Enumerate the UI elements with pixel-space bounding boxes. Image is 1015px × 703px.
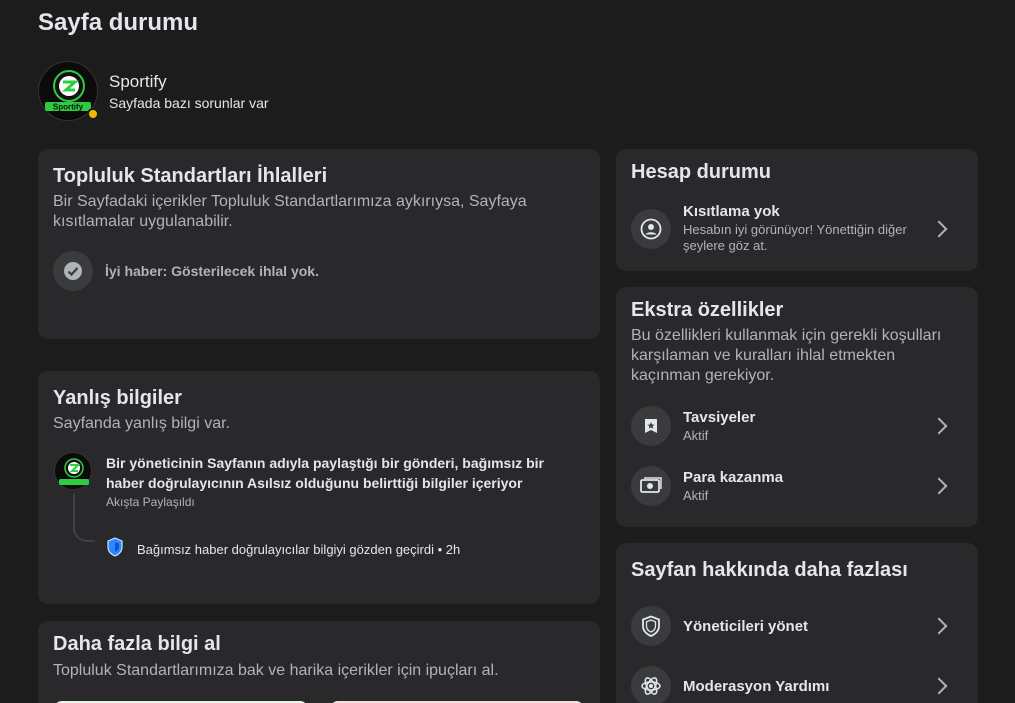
moderation-help-label: Moderasyon Yardımı xyxy=(683,677,830,695)
chevron-right-icon xyxy=(930,417,948,435)
chevron-right-icon xyxy=(930,617,948,635)
account-status-row[interactable]: Kısıtlama yok Hesabın iyi görünüyor! Yön… xyxy=(631,203,963,254)
extra-features-card: Ekstra özellikler Bu özellikleri kullanm… xyxy=(616,287,978,527)
misinformation-card: Yanlış bilgiler Sayfanda yanlış bilgi va… xyxy=(38,371,600,604)
learn-more-description: Topluluk Standartlarımıza bak ve harika … xyxy=(53,662,499,679)
no-violations-text: İyi haber: Gösterilecek ihlal yok. xyxy=(105,263,319,279)
chevron-right-icon xyxy=(930,677,948,695)
page-name[interactable]: Sportify xyxy=(109,72,269,92)
check-circle-icon xyxy=(53,251,93,291)
feature-status: Aktif xyxy=(683,427,709,443)
review-row: Bağımsız haber doğrulayıcılar bilgiyi gö… xyxy=(106,537,460,562)
person-circle-icon xyxy=(631,208,671,249)
more-about-title: Sayfan hakkında daha fazlası xyxy=(631,559,908,581)
account-status-item-sub: Hesabın iyi görünüyor! Yönettiğin diğer … xyxy=(683,222,907,253)
extra-features-title: Ekstra özellikler xyxy=(631,299,784,321)
moderation-icon xyxy=(631,666,671,703)
page-title: Sayfa durumu xyxy=(38,9,199,36)
sportify-logo-icon xyxy=(59,458,89,485)
community-standards-description: Bir Sayfadaki içerikler Topluluk Standar… xyxy=(53,193,527,230)
learn-more-card: Daha fazla bilgi al Topluluk Standartlar… xyxy=(38,621,600,703)
misinformation-description: Sayfanda yanlış bilgi var. xyxy=(53,415,230,432)
post-avatar xyxy=(54,452,92,490)
misinformation-title: Yanlış bilgiler xyxy=(53,387,182,409)
community-standards-title: Topluluk Standartları İhlalleri xyxy=(53,165,328,187)
community-standards-card: Topluluk Standartları İhlalleri Bir Sayf… xyxy=(38,149,600,339)
no-violations-row: İyi haber: Gösterilecek ihlal yok. xyxy=(53,251,585,291)
page-header: Sportify Sportify Sayfada bazı sorunlar … xyxy=(38,61,269,121)
learn-more-title: Daha fazla bilgi al xyxy=(53,633,221,655)
svg-text:Sportify: Sportify xyxy=(53,103,84,112)
feature-title: Para kazanma xyxy=(683,468,784,486)
recommendation-badge-icon xyxy=(631,406,671,446)
extra-features-description: Bu özellikleri kullanmak için gerekli ko… xyxy=(631,327,942,384)
chevron-right-icon xyxy=(930,220,948,237)
feature-status: Aktif xyxy=(683,487,709,503)
review-text: Bağımsız haber doğrulayıcılar bilgiyi gö… xyxy=(137,542,461,557)
feature-row-monetization[interactable]: Para kazanma Aktif xyxy=(631,466,963,506)
misinfo-post-meta: Akışta Paylaşıldı xyxy=(106,495,195,509)
account-status-title: Hesap durumu xyxy=(631,161,772,183)
feature-title: Tavsiyeler xyxy=(683,408,756,426)
avatar[interactable]: Sportify xyxy=(38,61,99,121)
shield-icon xyxy=(631,606,671,646)
manage-admins-row[interactable]: Yöneticileri yönet xyxy=(631,606,963,646)
money-icon xyxy=(631,466,671,506)
misinfo-post-text[interactable]: Bir yöneticinin Sayfanın adıyla paylaştı… xyxy=(106,453,560,493)
warning-badge xyxy=(87,108,99,120)
moderation-help-row[interactable]: Moderasyon Yardımı xyxy=(631,666,963,703)
manage-admins-label: Yöneticileri yönet xyxy=(683,617,809,635)
account-status-item-title: Kısıtlama yok xyxy=(683,203,780,220)
shield-check-icon xyxy=(106,537,124,562)
feature-row-recommendations[interactable]: Tavsiyeler Aktif xyxy=(631,406,963,446)
chevron-right-icon xyxy=(930,477,948,495)
account-status-card: Hesap durumu Kısıtlama yok Hesabın iyi g… xyxy=(616,149,978,271)
more-about-card: Sayfan hakkında daha fazlası Yöneticiler… xyxy=(616,543,978,703)
page-status-text: Sayfada bazı sorunlar var xyxy=(109,94,269,111)
